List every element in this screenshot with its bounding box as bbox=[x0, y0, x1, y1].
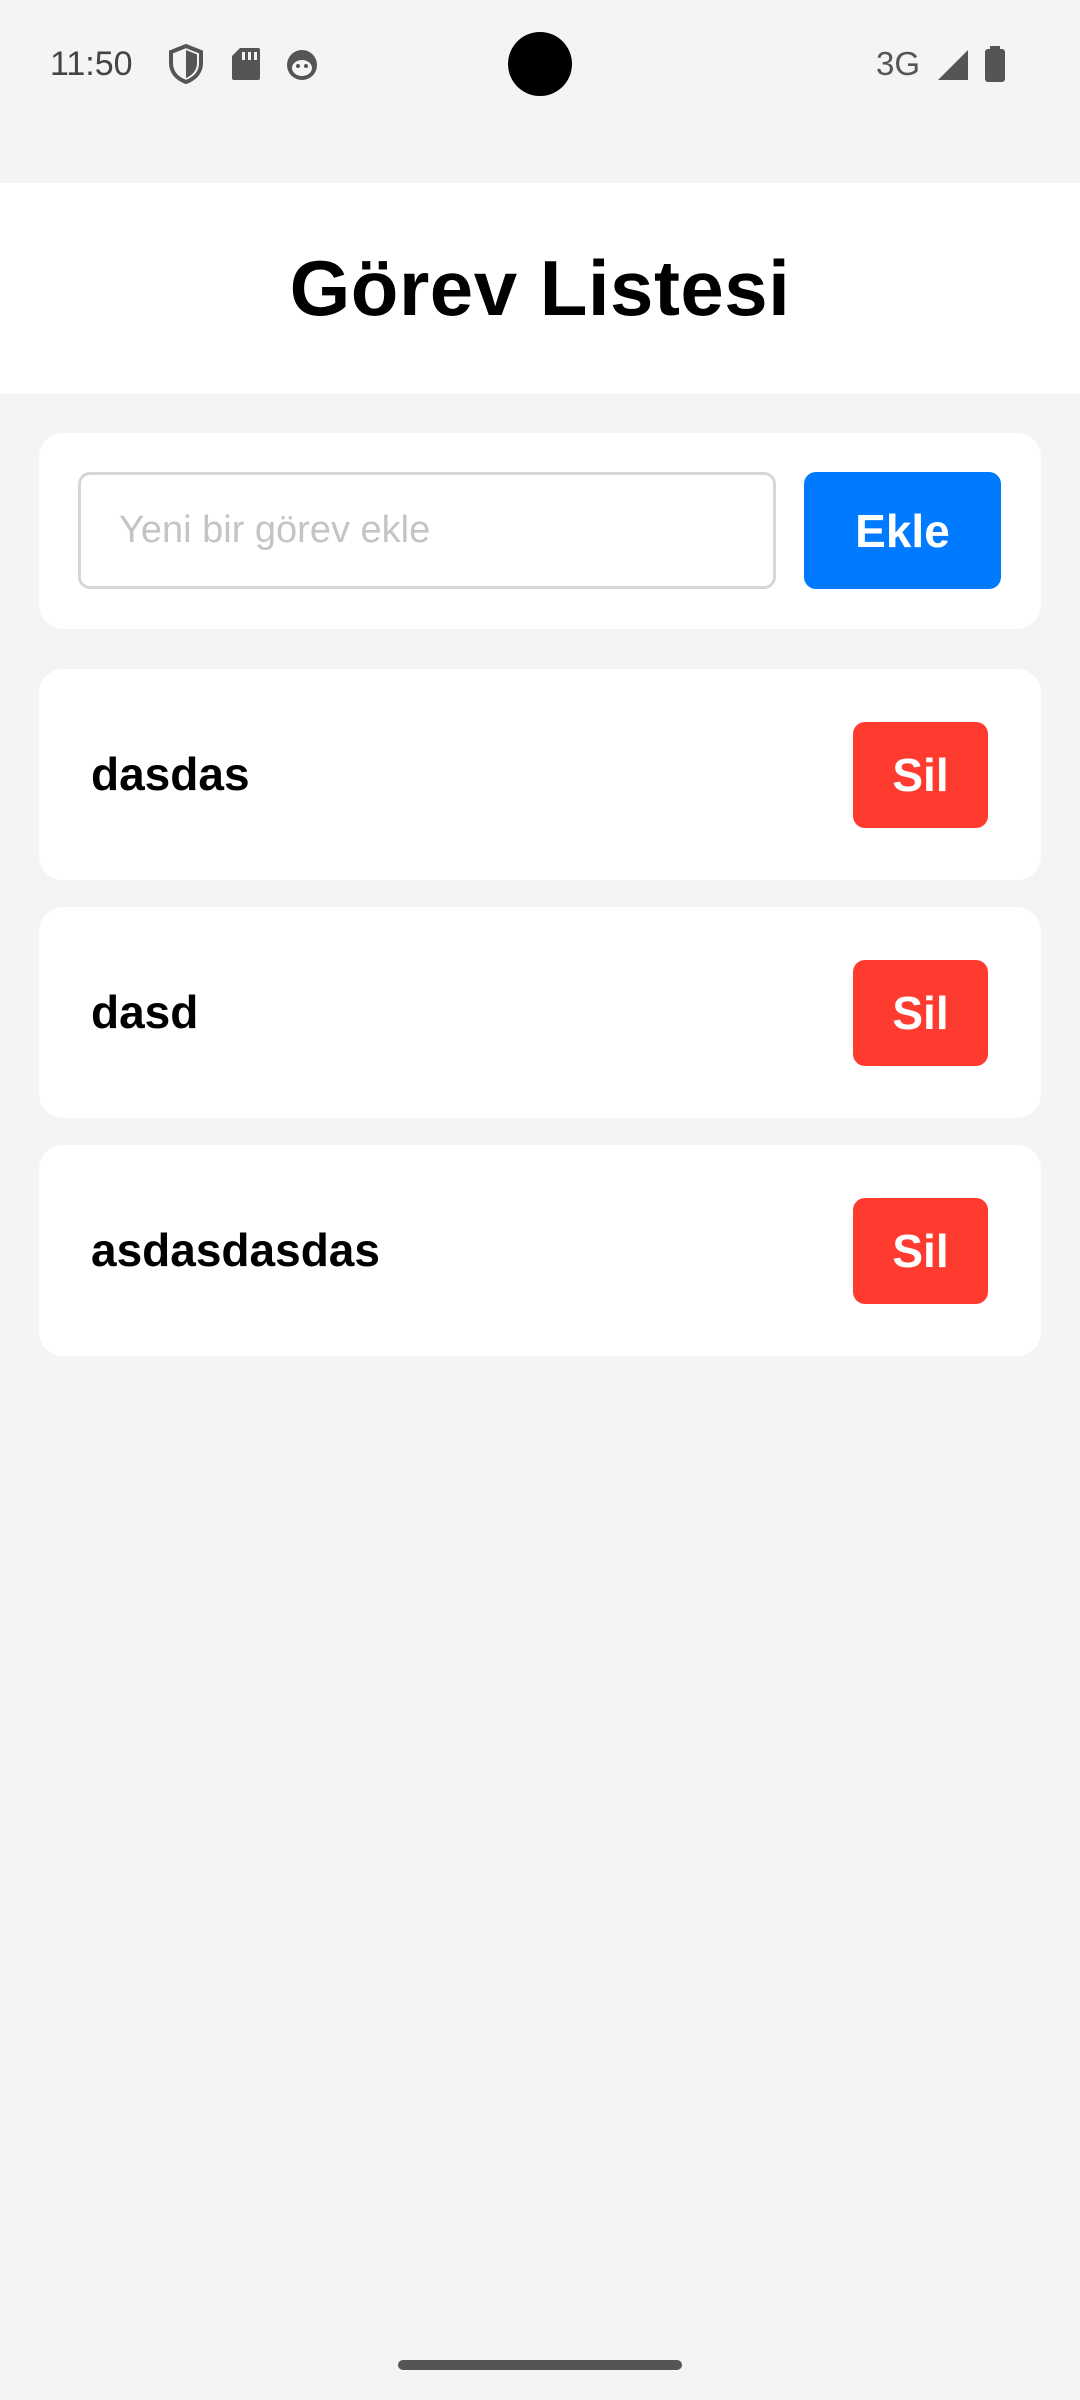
page-title: Görev Listesi bbox=[289, 244, 791, 332]
task-item: dasdas Sil bbox=[39, 669, 1041, 880]
task-list: dasdas Sil dasd Sil asdasdasdas Sil bbox=[39, 669, 1041, 1383]
new-task-input[interactable] bbox=[78, 472, 776, 589]
signal-icon bbox=[934, 44, 970, 84]
delete-task-button[interactable]: Sil bbox=[853, 722, 988, 828]
task-item: asdasdasdas Sil bbox=[39, 1145, 1041, 1356]
status-time: 11:50 bbox=[50, 45, 133, 83]
sd-card-icon bbox=[228, 44, 264, 84]
face-icon bbox=[284, 44, 320, 84]
task-text: dasdas bbox=[91, 748, 250, 800]
add-task-button[interactable]: Ekle bbox=[804, 472, 1001, 589]
add-task-card: Ekle bbox=[39, 433, 1041, 629]
task-item: dasd Sil bbox=[39, 907, 1041, 1118]
delete-task-button[interactable]: Sil bbox=[853, 960, 988, 1066]
home-indicator[interactable] bbox=[398, 2360, 682, 2370]
delete-task-button[interactable]: Sil bbox=[853, 1198, 988, 1304]
camera-cutout bbox=[508, 32, 572, 96]
status-bar: 11:50 3G bbox=[0, 0, 1080, 128]
battery-icon bbox=[982, 44, 1018, 84]
shield-icon bbox=[168, 43, 204, 85]
app-header: Görev Listesi bbox=[0, 183, 1080, 394]
task-text: dasd bbox=[91, 986, 199, 1038]
network-type: 3G bbox=[876, 45, 921, 82]
task-text: asdasdasdas bbox=[91, 1224, 380, 1276]
